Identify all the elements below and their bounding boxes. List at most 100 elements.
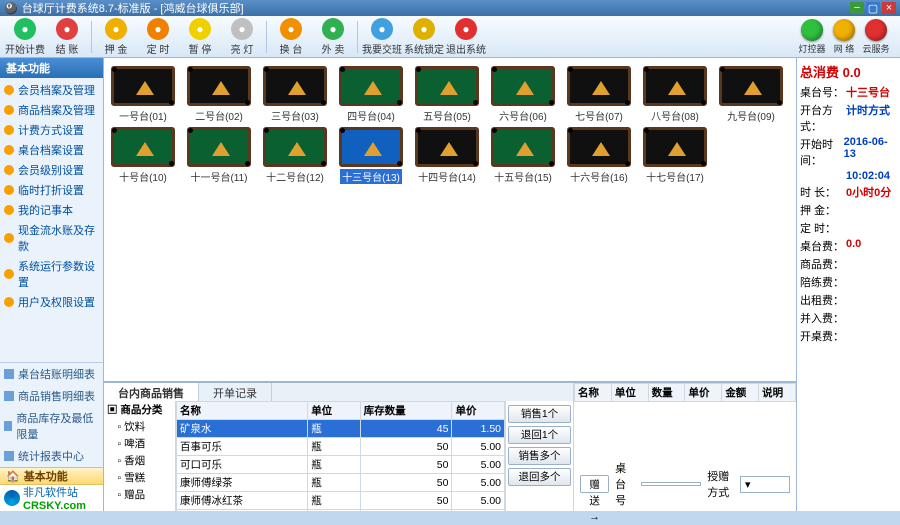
action-button[interactable]: 退回1个	[508, 426, 571, 444]
bullet-icon	[4, 125, 14, 135]
info-row: 并入费：	[800, 310, 897, 326]
main-toolbar: ●开始计费●结 账●押 金●定 时●暂 停●亮 灯●换 台●外 卖●我要交班●系…	[0, 16, 900, 58]
pool-icon	[719, 66, 783, 106]
tree-node[interactable]: ▫ 雪糕	[104, 469, 175, 486]
toolbar-押 金[interactable]: ●押 金	[95, 17, 137, 57]
bottom-tab[interactable]: 开单记录	[199, 383, 272, 401]
toolbar-icon: ●	[105, 18, 127, 40]
sidebar-header: 基本功能	[0, 58, 103, 78]
pool-icon	[111, 66, 175, 106]
min-button[interactable]: −	[850, 2, 864, 14]
product-row[interactable]: 百事可乐瓶505.00	[177, 438, 505, 456]
status-灯控器[interactable]: 灯控器	[798, 19, 826, 55]
pool-table[interactable]: 十一号台(11)	[184, 127, 254, 184]
bullet-icon	[4, 205, 14, 215]
stats-center[interactable]: 统计报表中心	[0, 445, 103, 467]
sidebar-item[interactable]: 会员级别设置	[0, 160, 103, 180]
pool-table[interactable]: 六号台(06)	[488, 66, 558, 123]
bullet-icon	[4, 233, 14, 243]
title-text: 台球厅计费系统8.7-标准版 - [鸿威台球俱乐部]	[22, 0, 244, 16]
toolbar-换 台[interactable]: ●换 台	[270, 17, 312, 57]
toolbar-icon: ●	[322, 18, 344, 40]
toolbar-外 卖[interactable]: ●外 卖	[312, 17, 354, 57]
pool-icon	[263, 66, 327, 106]
sidebar-item[interactable]: 用户及权限设置	[0, 292, 103, 312]
action-button[interactable]: 退回多个	[508, 468, 571, 486]
pool-table[interactable]: 二号台(02)	[184, 66, 254, 123]
pool-table[interactable]: 八号台(08)	[640, 66, 710, 123]
pool-table[interactable]: 三号台(03)	[260, 66, 330, 123]
toolbar-icon: ●	[14, 18, 36, 40]
product-row[interactable]: 康师傅绿茶瓶505.00	[177, 474, 505, 492]
close-button[interactable]: ×	[882, 2, 896, 14]
action-button[interactable]: 销售1个	[508, 405, 571, 423]
status-云服务[interactable]: 云服务	[862, 19, 890, 55]
sidebar-bar[interactable]: 🏠基本功能	[0, 467, 103, 485]
toolbar-亮 灯[interactable]: ●亮 灯	[221, 17, 263, 57]
pool-icon	[491, 127, 555, 167]
tree-node[interactable]: ▣ 商品分类	[104, 401, 175, 418]
info-row: 时 长：0小时0分	[800, 184, 897, 200]
tree-node[interactable]: ▫ 香烟	[104, 452, 175, 469]
pool-table[interactable]: 十七号台(17)	[640, 127, 710, 184]
category-tree: ▣ 商品分类 ▫ 饮料 ▫ 啤酒 ▫ 香烟 ▫ 雪糕 ▫ 赠品	[104, 401, 176, 511]
sidebar-item[interactable]: 我的记事本	[0, 200, 103, 220]
pool-table[interactable]: 五号台(05)	[412, 66, 482, 123]
mode-select[interactable]: ▾	[740, 476, 790, 493]
pool-table[interactable]: 七号台(07)	[564, 66, 634, 123]
pool-table[interactable]: 十四号台(14)	[412, 127, 482, 184]
gift-button[interactable]: 赠送→	[580, 475, 609, 493]
tree-node[interactable]: ▫ 赠品	[104, 486, 175, 503]
sidebar-item[interactable]: 计费方式设置	[0, 120, 103, 140]
report-link[interactable]: 商品销售明细表	[0, 385, 103, 407]
sidebar-item[interactable]: 系统运行参数设置	[0, 256, 103, 292]
bullet-icon	[4, 105, 14, 115]
pool-icon	[415, 127, 479, 167]
product-table: 名称单位库存数量单价矿泉水瓶451.50百事可乐瓶505.00可口可乐瓶505.…	[176, 401, 505, 511]
report-link[interactable]: 商品库存及最低限量	[0, 407, 103, 445]
action-button[interactable]: 销售多个	[508, 447, 571, 465]
status-dot-icon	[865, 19, 887, 41]
toolbar-结 账[interactable]: ●结 账	[46, 17, 88, 57]
toolbar-icon: ●	[56, 18, 78, 40]
pool-icon	[187, 127, 251, 167]
pool-table[interactable]: 四号台(04)	[336, 66, 406, 123]
product-row[interactable]: 矿泉水瓶451.50	[177, 420, 505, 438]
toolbar-icon: ●	[147, 18, 169, 40]
toolbar-暂 停[interactable]: ●暂 停	[179, 17, 221, 57]
status-dot-icon	[801, 19, 823, 41]
toolbar-系统锁定[interactable]: ●系统锁定	[403, 17, 445, 57]
tree-node[interactable]: ▫ 饮料	[104, 418, 175, 435]
toolbar-退出系统[interactable]: ●退出系统	[445, 17, 487, 57]
pool-table[interactable]: 十二号台(12)	[260, 127, 330, 184]
total-cost: 总消费 0.0	[800, 62, 897, 81]
max-button[interactable]: ▢	[866, 2, 880, 14]
pool-table[interactable]: 一号台(01)	[108, 66, 178, 123]
pool-table[interactable]: 九号台(09)	[716, 66, 786, 123]
sidebar-item[interactable]: 现金流水账及存款	[0, 220, 103, 256]
report-link[interactable]: 桌台结账明细表	[0, 363, 103, 385]
product-row[interactable]: 可口可乐瓶505.00	[177, 456, 505, 474]
sidebar-item[interactable]: 会员档案及管理	[0, 80, 103, 100]
status-网 络[interactable]: 网 络	[830, 19, 858, 55]
sidebar-item[interactable]: 桌台档案设置	[0, 140, 103, 160]
info-row: 开桌费：	[800, 328, 897, 344]
tree-node[interactable]: ▫ 啤酒	[104, 435, 175, 452]
sq-icon	[4, 421, 12, 431]
info-row: 陪练费：	[800, 274, 897, 290]
table-select[interactable]	[641, 482, 701, 486]
toolbar-我要交班[interactable]: ●我要交班	[361, 17, 403, 57]
bottom-pane: 台内商品销售开单记录 ▣ 商品分类 ▫ 饮料 ▫ 啤酒 ▫ 香烟 ▫ 雪糕 ▫ …	[104, 381, 796, 511]
toolbar-开始计费[interactable]: ●开始计费	[4, 17, 46, 57]
toolbar-icon: ●	[280, 18, 302, 40]
sidebar-item[interactable]: 临时打折设置	[0, 180, 103, 200]
brand-footer[interactable]: 非凡软件站CRSKY.com	[0, 485, 103, 511]
pool-table[interactable]: 十三号台(13)	[336, 127, 406, 184]
sidebar-item[interactable]: 商品档案及管理	[0, 100, 103, 120]
product-row[interactable]: 康师傅冰红茶瓶505.00	[177, 492, 505, 510]
toolbar-定 时[interactable]: ●定 时	[137, 17, 179, 57]
bottom-tab[interactable]: 台内商品销售	[104, 383, 199, 401]
pool-table[interactable]: 十号台(10)	[108, 127, 178, 184]
pool-table[interactable]: 十六号台(16)	[564, 127, 634, 184]
pool-table[interactable]: 十五号台(15)	[488, 127, 558, 184]
